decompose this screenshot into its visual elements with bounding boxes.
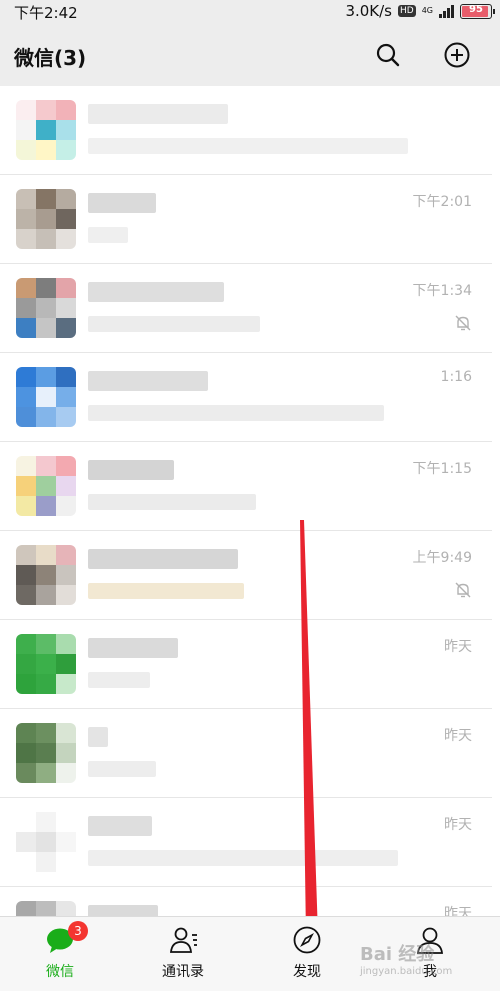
- chat-time: 昨天: [444, 817, 472, 833]
- chat-message-blurred: [88, 672, 150, 688]
- chat-row[interactable]: 下午2:01: [0, 175, 492, 264]
- status-bar: 下午2:42 3.0K/s HD 4G 95: [0, 0, 500, 24]
- contacts-icon: [170, 927, 197, 953]
- watermark-text: Bai 经验: [360, 944, 435, 965]
- compass-icon: [293, 926, 321, 954]
- search-button[interactable]: [374, 41, 402, 69]
- chat-row[interactable]: 昨天: [0, 620, 492, 709]
- tab-label: 通讯录: [162, 964, 204, 980]
- watermark: Bai 经验 jingyan.baidu.com: [360, 940, 452, 977]
- chat-name-blurred: [88, 460, 174, 480]
- chat-name-blurred: [88, 371, 208, 391]
- chat-row[interactable]: 1:16: [0, 353, 492, 442]
- chat-row[interactable]: 昨天: [0, 709, 492, 798]
- avatar: [16, 634, 76, 694]
- page-title: 微信(3): [14, 46, 87, 70]
- add-button[interactable]: [443, 41, 471, 69]
- signal-icon: [439, 4, 454, 18]
- chat-message-blurred: [88, 761, 156, 777]
- avatar: [16, 278, 76, 338]
- chat-time: 下午1:15: [412, 461, 472, 477]
- avatar: [16, 367, 76, 427]
- battery-level: 95: [469, 3, 483, 15]
- top-header: 微信(3): [0, 24, 500, 86]
- chat-row[interactable]: 下午1:34: [0, 264, 492, 353]
- chat-list: 下午2:01 下午1:34 1:16 下午1:15 上午9:49 昨天 昨天 昨…: [0, 86, 492, 976]
- avatar: [16, 812, 76, 872]
- unread-badge: 3: [68, 921, 88, 941]
- chat-row[interactable]: [0, 86, 492, 175]
- avatar: [16, 545, 76, 605]
- chat-name-blurred: [88, 638, 178, 658]
- chat-time: 上午9:49: [412, 550, 472, 566]
- chat-time: 下午1:34: [412, 283, 472, 299]
- watermark-subtext: jingyan.baidu.com: [360, 966, 453, 977]
- avatar: [16, 456, 76, 516]
- chat-time: 1:16: [440, 369, 472, 385]
- chat-message-blurred: [88, 494, 256, 510]
- tab-contacts[interactable]: 通讯录: [143, 925, 223, 985]
- chat-message-blurred: [88, 138, 408, 154]
- tab-discover[interactable]: 发现: [267, 925, 347, 985]
- tab-label: 微信: [46, 964, 74, 980]
- chat-name-blurred: [88, 282, 224, 302]
- chat-time: 下午2:01: [412, 194, 472, 210]
- chat-message-blurred: [88, 227, 128, 243]
- net-speed: 3.0K/s: [345, 2, 392, 20]
- chat-time: 昨天: [444, 639, 472, 655]
- chat-row[interactable]: 下午1:15: [0, 442, 492, 531]
- battery-icon: 95: [460, 3, 495, 19]
- status-right: 3.0K/s HD 4G 95: [345, 2, 495, 20]
- tab-label: 发现: [293, 964, 321, 980]
- chat-message-blurred: [88, 850, 398, 866]
- status-time: 下午2:42: [14, 4, 78, 22]
- chat-message-blurred: [88, 405, 384, 421]
- chat-row[interactable]: 上午9:49: [0, 531, 492, 620]
- chat-name-blurred: [88, 549, 238, 569]
- chat-message-blurred: [88, 316, 260, 332]
- mute-bell-icon: [455, 582, 471, 598]
- avatar: [16, 723, 76, 783]
- mute-bell-icon: [455, 315, 471, 331]
- chat-time: 昨天: [444, 728, 472, 744]
- chat-name-blurred: [88, 193, 156, 213]
- plus-circle-icon: [444, 42, 470, 68]
- chat-row[interactable]: 昨天: [0, 798, 492, 887]
- search-icon: [376, 43, 400, 67]
- network-type: 4G: [421, 6, 433, 15]
- tab-chats[interactable]: 3 微信: [20, 921, 100, 985]
- chat-message-blurred: [88, 583, 244, 599]
- wechat-app: 下午2:42 3.0K/s HD 4G 95 微信(3) 下午2:01 下午1:…: [0, 0, 500, 991]
- chat-name-blurred: [88, 104, 228, 124]
- chat-name-blurred: [88, 816, 152, 836]
- chat-name-blurred: [88, 727, 108, 747]
- hd-badge: HD: [398, 5, 416, 17]
- avatar: [16, 189, 76, 249]
- avatar: [16, 100, 76, 160]
